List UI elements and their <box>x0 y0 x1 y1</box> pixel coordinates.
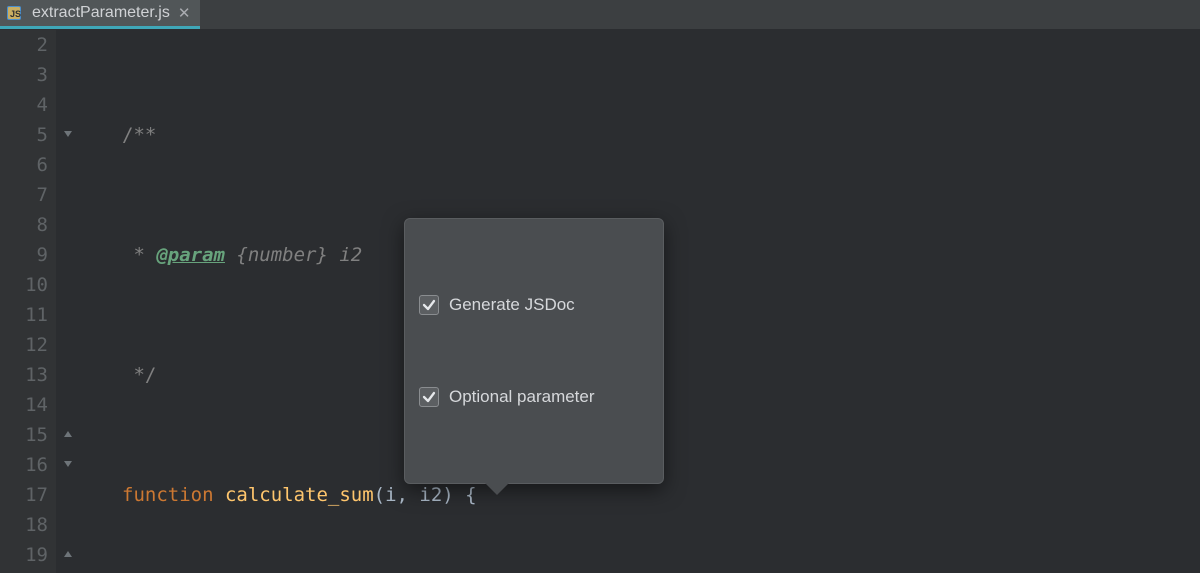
fold-marker-icon[interactable] <box>60 426 76 442</box>
line-number: 16 <box>0 450 48 480</box>
close-icon[interactable]: ✕ <box>178 6 191 21</box>
code-line: function calculate_sum(i, i2) { <box>100 480 1200 510</box>
line-number: 18 <box>0 510 48 540</box>
tab-bar: JS extractParameter.js ✕ <box>0 0 1200 30</box>
line-number: 19 <box>0 540 48 570</box>
line-number: 14 <box>0 390 48 420</box>
checkbox-checked-icon[interactable] <box>419 387 439 407</box>
code-area[interactable]: /** * @param {number} i2 */ function cal… <box>100 30 1200 573</box>
line-number: 3 <box>0 60 48 90</box>
option-generate-jsdoc[interactable]: Generate JSDoc <box>419 289 649 321</box>
checkbox-checked-icon[interactable] <box>419 295 439 315</box>
line-number: 13 <box>0 360 48 390</box>
line-number: 15 <box>0 420 48 450</box>
fold-column <box>56 30 100 573</box>
line-number: 4 <box>0 90 48 120</box>
line-number-gutter: 2345678910111213141516171819 <box>0 30 56 573</box>
fold-marker-icon[interactable] <box>60 456 76 472</box>
option-label: Optional parameter <box>449 382 595 412</box>
refactor-options-popup: Generate JSDoc Optional parameter <box>404 218 664 484</box>
svg-text:JS: JS <box>10 9 21 19</box>
fold-marker-icon[interactable] <box>60 546 76 562</box>
line-number: 9 <box>0 240 48 270</box>
line-number: 6 <box>0 150 48 180</box>
option-label: Generate JSDoc <box>449 290 575 320</box>
fold-marker-icon[interactable] <box>60 126 76 142</box>
line-number: 8 <box>0 210 48 240</box>
line-number: 2 <box>0 30 48 60</box>
line-number: 17 <box>0 480 48 510</box>
editor: 2345678910111213141516171819 /** * @para… <box>0 30 1200 573</box>
file-tab[interactable]: JS extractParameter.js ✕ <box>0 0 200 29</box>
line-number: 12 <box>0 330 48 360</box>
option-optional-parameter[interactable]: Optional parameter <box>419 381 649 413</box>
code-line: /** <box>100 120 1200 150</box>
line-number: 10 <box>0 270 48 300</box>
js-file-icon: JS <box>6 4 24 22</box>
tab-filename: extractParameter.js <box>32 4 170 22</box>
line-number: 5 <box>0 120 48 150</box>
line-number: 7 <box>0 180 48 210</box>
line-number: 11 <box>0 300 48 330</box>
